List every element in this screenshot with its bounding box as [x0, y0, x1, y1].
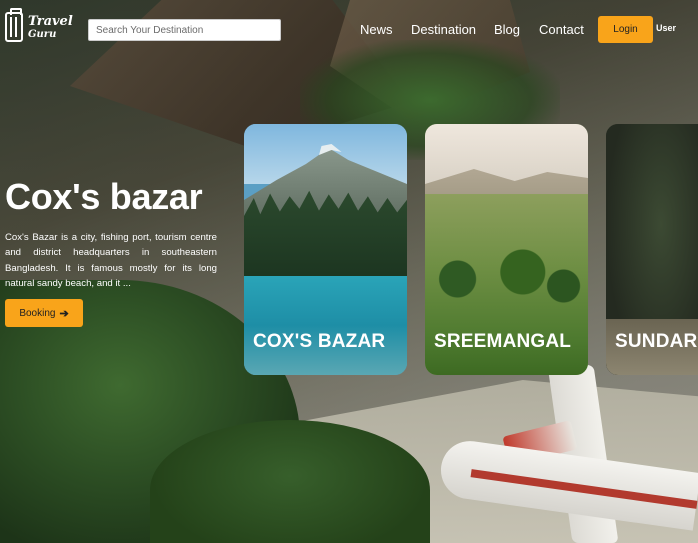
brand-name-line1: Travel: [28, 13, 73, 29]
nav-link-blog[interactable]: Blog: [494, 22, 520, 37]
brand-name-line2: Guru: [28, 28, 57, 40]
luggage-icon: [5, 8, 23, 42]
nav-link-news[interactable]: News: [360, 22, 393, 37]
nav-item-contact[interactable]: Contact: [539, 22, 584, 37]
booking-label: Booking: [19, 307, 56, 319]
navbar: Travel Guru News Destination Blog Contac…: [0, 0, 698, 62]
card-label: SREEMANGAL: [434, 331, 572, 352]
destination-card-sreemangal[interactable]: SREEMANGAL: [425, 124, 588, 375]
user-label[interactable]: User: [656, 23, 676, 33]
brand-logo[interactable]: Travel Guru: [5, 8, 73, 42]
card-label: COX'S BAZAR: [253, 331, 386, 352]
arrow-right-icon: ➔: [59, 307, 69, 320]
nav-link-destination[interactable]: Destination: [411, 22, 476, 37]
card-lake: [244, 276, 407, 375]
login-button[interactable]: Login: [598, 16, 653, 43]
booking-button[interactable]: Booking ➔: [5, 299, 83, 327]
search-input[interactable]: [88, 19, 281, 41]
destination-card-sundarbans[interactable]: SUNDARBANS: [606, 124, 698, 375]
hero-title: Cox's bazar: [5, 176, 203, 217]
nav-item-destination[interactable]: Destination: [411, 22, 476, 37]
destination-card-coxs-bazar[interactable]: COX'S BAZAR: [244, 124, 407, 375]
nav-link-contact[interactable]: Contact: [539, 22, 584, 37]
hero-description: Cox's Bazar is a city, fishing port, tou…: [5, 232, 217, 289]
card-label: SUNDARBANS: [615, 331, 698, 352]
nav-item-blog[interactable]: Blog: [494, 22, 520, 37]
nav-item-news[interactable]: News: [360, 22, 393, 37]
card-trees: [425, 244, 588, 314]
